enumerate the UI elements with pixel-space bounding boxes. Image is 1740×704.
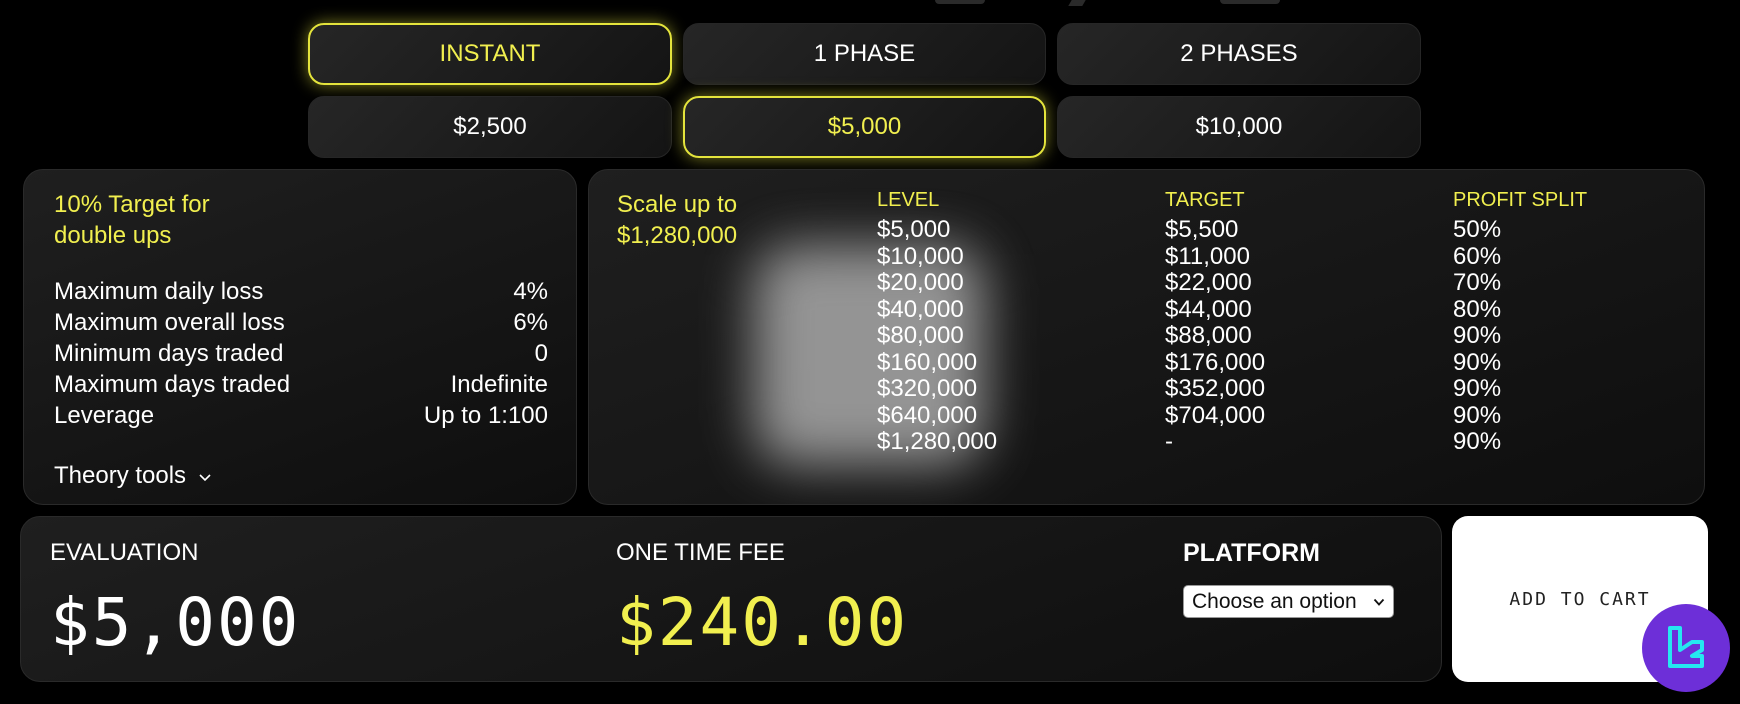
- fee-value: $240.00: [616, 584, 909, 661]
- rule-label: Leverage: [54, 402, 155, 429]
- column-header: TARGET: [1165, 189, 1245, 211]
- target-value: -: [1165, 428, 1173, 455]
- rule-value: 4%: [513, 278, 548, 305]
- target-value: $5,500: [1165, 216, 1239, 243]
- decorative-shape: [1068, 0, 1086, 6]
- brand-logo-icon: [1642, 604, 1730, 692]
- target-value: $88,000: [1165, 322, 1252, 349]
- scaling-title: Scale up to $1,280,000: [617, 191, 738, 249]
- rule-label: Minimum days traded: [54, 340, 284, 367]
- level-value: $10,000: [877, 242, 964, 270]
- split-value: 80%: [1453, 295, 1502, 323]
- target-value: $704,000: [1165, 401, 1266, 429]
- theory-tools-toggle[interactable]: Theory tools: [54, 462, 212, 490]
- target-value: $44,000: [1165, 295, 1252, 323]
- rule-label: Maximum daily loss: [54, 278, 264, 305]
- level-value: $80,000: [877, 322, 964, 349]
- scaling-plan-panel: Scale up to $1,280,000 LEVEL $5,000 $10,0…: [588, 169, 1705, 505]
- platform-label: PLATFORM: [1183, 539, 1321, 567]
- rule-value: 0: [534, 340, 548, 367]
- trading-rules-panel: 10% Target for double ups Maximum daily …: [23, 169, 577, 505]
- rule-row: Leverage Up to 1:100: [54, 402, 548, 433]
- level-value: $320,000: [877, 375, 978, 402]
- target-column: TARGET $5,500 $11,000 $22,000 $44,000 $88,00…: [1165, 187, 1265, 456]
- rule-label: Maximum days traded: [54, 371, 291, 398]
- logo-mark-icon: [1668, 626, 1704, 668]
- split-value: 90%: [1453, 322, 1502, 349]
- split-value: 70%: [1453, 269, 1502, 296]
- decorative-shape: [935, 0, 985, 4]
- tab-2-phases[interactable]: 2 PHASES: [1057, 23, 1421, 85]
- rule-value: 6%: [513, 309, 548, 336]
- column-header: LEVEL: [877, 189, 940, 211]
- split-value: 90%: [1453, 428, 1502, 455]
- level-column: LEVEL $5,000 $10,000 $20,000 $40,000 $80,000…: [877, 187, 997, 456]
- rule-value: Indefinite: [450, 371, 548, 398]
- level-value: $640,000: [877, 401, 978, 429]
- tab-1-phase[interactable]: 1 PHASE: [683, 23, 1046, 85]
- target-value: $11,000: [1165, 242, 1250, 270]
- profit-split-column: PROFIT SPLIT 50% 60% 70% 80% 90% 90% 90% 90% 90%: [1453, 187, 1587, 456]
- split-value: 60%: [1453, 242, 1502, 270]
- size-option-10000[interactable]: $10,000: [1057, 96, 1421, 158]
- rules-title: 10% Target for double ups: [54, 191, 210, 249]
- size-option-2500[interactable]: $2,500: [308, 96, 672, 158]
- tab-instant[interactable]: INSTANT: [308, 23, 672, 85]
- level-value: $40,000: [877, 295, 964, 323]
- platform-select[interactable]: Choose an option: [1183, 585, 1394, 618]
- checkout-panel: EVALUATION $5,000 ONE TIME FEE $240.00 P…: [20, 516, 1442, 682]
- platform-select-value: Choose an option: [1192, 589, 1357, 613]
- rule-value: Up to 1:100: [423, 402, 548, 429]
- target-value: $176,000: [1165, 348, 1266, 376]
- column-header: PROFIT SPLIT: [1453, 189, 1588, 211]
- theory-tools-label: Theory tools: [54, 462, 187, 489]
- level-value: $1,280,000: [877, 428, 998, 455]
- level-value: $20,000: [877, 269, 964, 296]
- level-value: $160,000: [877, 348, 978, 376]
- target-value: $352,000: [1165, 375, 1266, 402]
- split-value: 90%: [1453, 375, 1502, 402]
- fee-label: ONE TIME FEE: [616, 539, 785, 566]
- chevron-down-icon: [1373, 598, 1385, 606]
- rule-row: Maximum days traded Indefinite: [54, 371, 548, 402]
- evaluation-value: $5,000: [50, 584, 301, 661]
- rule-row: Maximum daily loss 4%: [54, 278, 548, 309]
- target-value: $22,000: [1165, 269, 1252, 296]
- split-value: 90%: [1453, 348, 1502, 376]
- level-value: $5,000: [877, 216, 951, 243]
- chevron-down-icon: [199, 474, 211, 482]
- rule-row: Maximum overall loss 6%: [54, 309, 548, 340]
- decorative-shape: [1220, 0, 1280, 4]
- evaluation-label: EVALUATION: [50, 539, 199, 566]
- split-value: 50%: [1453, 216, 1502, 243]
- size-option-5000[interactable]: $5,000: [683, 96, 1046, 158]
- split-value: 90%: [1453, 401, 1502, 429]
- rule-label: Maximum overall loss: [54, 309, 285, 336]
- rule-row: Minimum days traded 0: [54, 340, 548, 371]
